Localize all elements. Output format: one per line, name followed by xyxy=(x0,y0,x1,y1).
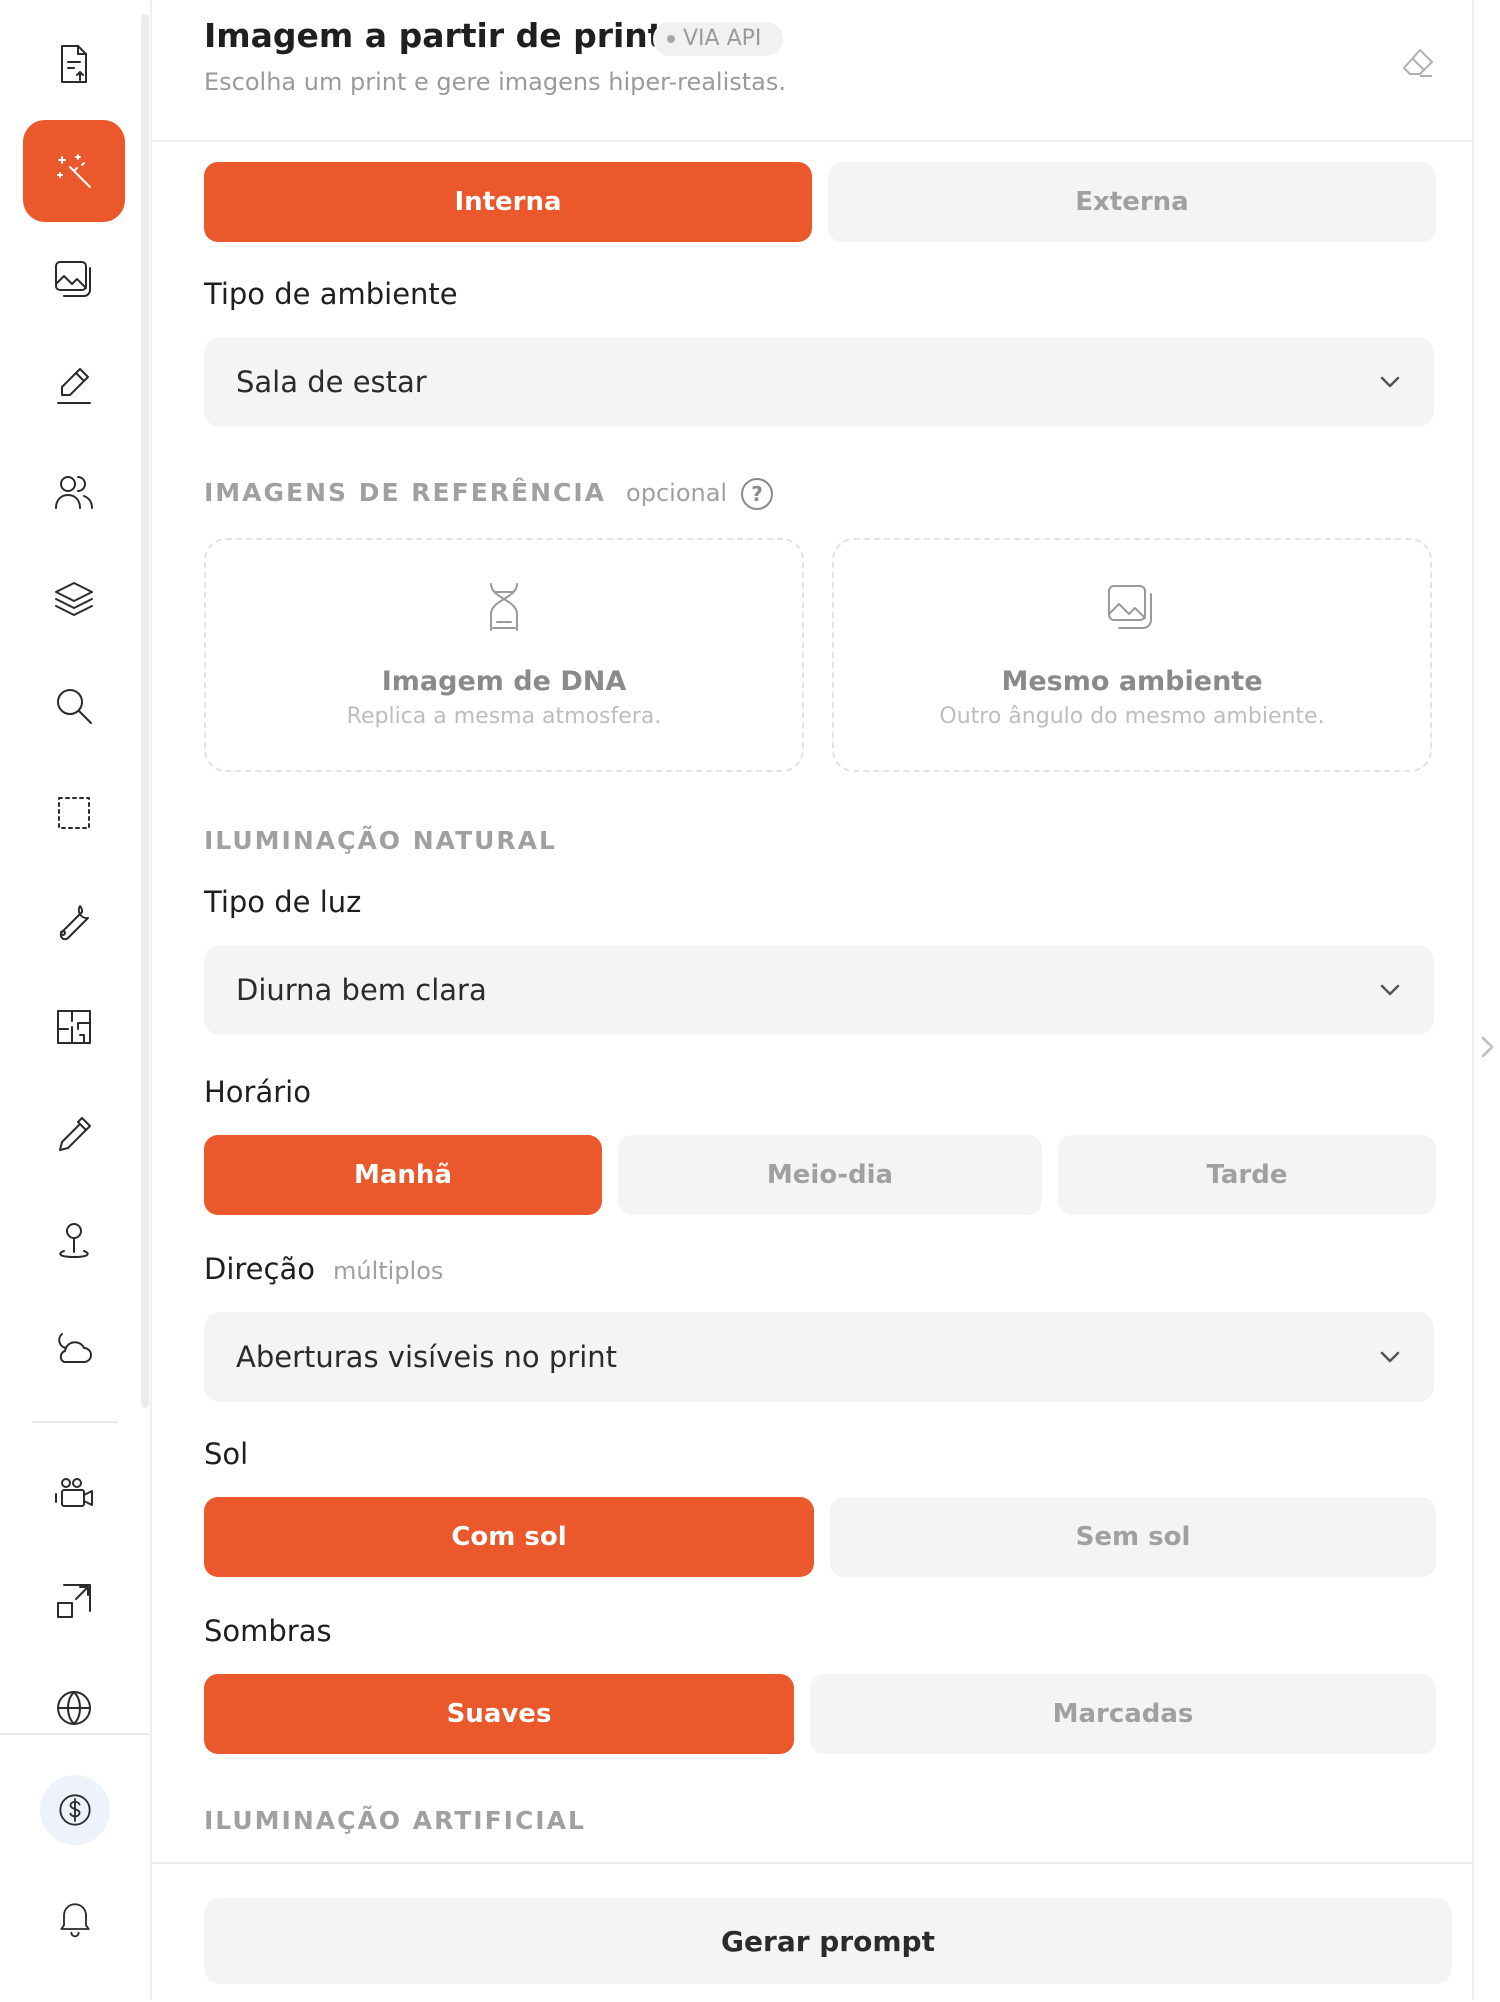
horario-meio-dia[interactable]: Meio-dia xyxy=(618,1135,1042,1215)
users-icon xyxy=(55,476,93,509)
panel-footer: Gerar prompt xyxy=(152,1862,1472,2002)
magic-wand-icon xyxy=(57,154,91,188)
search-icon xyxy=(57,689,92,724)
sidebar-item-upload[interactable] xyxy=(23,13,125,115)
sombras-suaves[interactable]: Suaves xyxy=(204,1674,794,1754)
cloud-sun-icon xyxy=(58,1333,92,1363)
badge-dot xyxy=(667,35,675,43)
tipo-luz-select[interactable]: Diurna bem clara xyxy=(204,945,1434,1035)
main-panel: Imagem a partir de print VIA API Escolha… xyxy=(150,0,1474,2002)
dna-card-subtitle: Replica a mesma atmosfera. xyxy=(346,704,662,729)
selection-icon xyxy=(58,797,90,829)
horario-manha[interactable]: Manhã xyxy=(204,1135,602,1215)
notifications-button[interactable] xyxy=(50,1893,100,1943)
sidebar-item-tools[interactable] xyxy=(23,869,125,971)
images-icon xyxy=(55,261,91,297)
sidebar-separator xyxy=(32,1421,118,1423)
file-upload-icon xyxy=(61,45,87,83)
panel-header: Imagem a partir de print VIA API Escolha… xyxy=(152,0,1472,142)
direcao-select[interactable]: Aberturas visíveis no print xyxy=(204,1312,1434,1402)
video-camera-icon xyxy=(55,1478,93,1507)
tipo-luz-label: Tipo de luz xyxy=(204,885,362,919)
sidebar xyxy=(0,0,150,2000)
iluminacao-artificial-title: ILUMINAÇÃO ARTIFICIAL xyxy=(204,1806,586,1835)
generate-prompt-button[interactable]: Gerar prompt xyxy=(204,1898,1452,1984)
tipo-ambiente-value: Sala de estar xyxy=(236,365,427,399)
chevron-right-icon xyxy=(1481,1036,1494,1058)
sidebar-item-users[interactable] xyxy=(23,441,125,543)
pencil-icon xyxy=(57,368,91,404)
same-environment-dropzone[interactable]: Mesmo ambiente Outro ângulo do mesmo amb… xyxy=(832,538,1432,772)
referencias-title: IMAGENS DE REFERÊNCIA xyxy=(204,478,607,507)
page-subtitle: Escolha um print e gere imagens hiper-re… xyxy=(204,68,786,96)
horario-tarde[interactable]: Tarde xyxy=(1058,1135,1436,1215)
chevron-down-icon xyxy=(1380,1351,1400,1363)
direcao-label-text: Direção xyxy=(204,1252,315,1286)
tab-externa[interactable]: Externa xyxy=(828,162,1436,242)
floor-plan-icon xyxy=(57,1010,91,1044)
api-badge: VIA API xyxy=(653,22,784,56)
sol-com-sol[interactable]: Com sol xyxy=(204,1497,814,1577)
sidebar-item-location[interactable] xyxy=(23,1190,125,1292)
same-env-card-subtitle: Outro ângulo do mesmo ambiente. xyxy=(939,704,1325,729)
api-badge-label: VIA API xyxy=(683,26,762,51)
tab-interna[interactable]: Interna xyxy=(204,162,812,242)
sidebar-item-globe[interactable] xyxy=(23,1657,125,1759)
dna-card-title: Imagem de DNA xyxy=(381,666,627,697)
sidebar-item-edit[interactable] xyxy=(23,334,125,436)
sidebar-scrollbar[interactable] xyxy=(141,14,149,1408)
sol-label: Sol xyxy=(204,1437,249,1471)
sombras-label: Sombras xyxy=(204,1614,332,1648)
tipo-ambiente-label: Tipo de ambiente xyxy=(204,277,458,311)
direcao-value: Aberturas visíveis no print xyxy=(236,1340,618,1374)
page-title: Imagem a partir de print xyxy=(204,16,664,55)
sidebar-item-floorplan[interactable] xyxy=(23,976,125,1078)
help-icon[interactable]: ? xyxy=(741,478,774,510)
sidebar-item-select[interactable] xyxy=(23,762,125,864)
sidebar-item-weather[interactable] xyxy=(23,1297,125,1399)
bell-icon xyxy=(60,1903,90,1938)
eraser-icon xyxy=(1403,49,1433,77)
sidebar-item-layers[interactable] xyxy=(23,548,125,650)
globe-icon xyxy=(57,1691,91,1725)
sol-sem-sol[interactable]: Sem sol xyxy=(830,1497,1436,1577)
wrench-icon xyxy=(59,905,89,941)
credits-button[interactable] xyxy=(40,1775,110,1845)
referencias-hint: opcional xyxy=(626,479,728,507)
direcao-hint: múltiplos xyxy=(332,1257,444,1285)
resize-icon xyxy=(57,1584,91,1618)
images-icon xyxy=(1108,585,1152,629)
dollar-coin-icon xyxy=(59,1794,91,1826)
tipo-ambiente-select[interactable]: Sala de estar xyxy=(204,337,1434,427)
dna-image-dropzone[interactable]: Imagem de DNA Replica a mesma atmosfera. xyxy=(204,538,804,772)
referencias-section-title: IMAGENS DE REFERÊNCIA opcional? xyxy=(204,478,774,510)
direcao-label: Direção múltiplos xyxy=(204,1252,443,1286)
map-pin-icon xyxy=(59,1223,89,1258)
sidebar-item-search[interactable] xyxy=(23,655,125,757)
sidebar-item-images[interactable] xyxy=(23,227,125,329)
tipo-luz-value: Diurna bem clara xyxy=(236,973,487,1007)
sombras-marcadas[interactable]: Marcadas xyxy=(810,1674,1436,1754)
sidebar-bottom-separator xyxy=(0,1733,150,1735)
sidebar-item-resize[interactable] xyxy=(23,1550,125,1652)
sidebar-item-magic[interactable] xyxy=(23,120,125,222)
same-env-card-title: Mesmo ambiente xyxy=(1001,666,1263,697)
chevron-down-icon xyxy=(1380,984,1400,996)
eyedropper-icon xyxy=(59,1117,91,1151)
clear-button[interactable] xyxy=(1398,42,1438,82)
iluminacao-natural-title: ILUMINAÇÃO NATURAL xyxy=(204,826,557,855)
dna-icon xyxy=(490,583,518,631)
layers-icon xyxy=(55,582,93,616)
sidebar-item-color[interactable] xyxy=(23,1083,125,1185)
expand-panel-button[interactable] xyxy=(1478,1032,1498,1062)
chevron-down-icon xyxy=(1380,376,1400,388)
sidebar-item-video[interactable] xyxy=(23,1443,125,1545)
horario-label: Horário xyxy=(204,1075,311,1109)
